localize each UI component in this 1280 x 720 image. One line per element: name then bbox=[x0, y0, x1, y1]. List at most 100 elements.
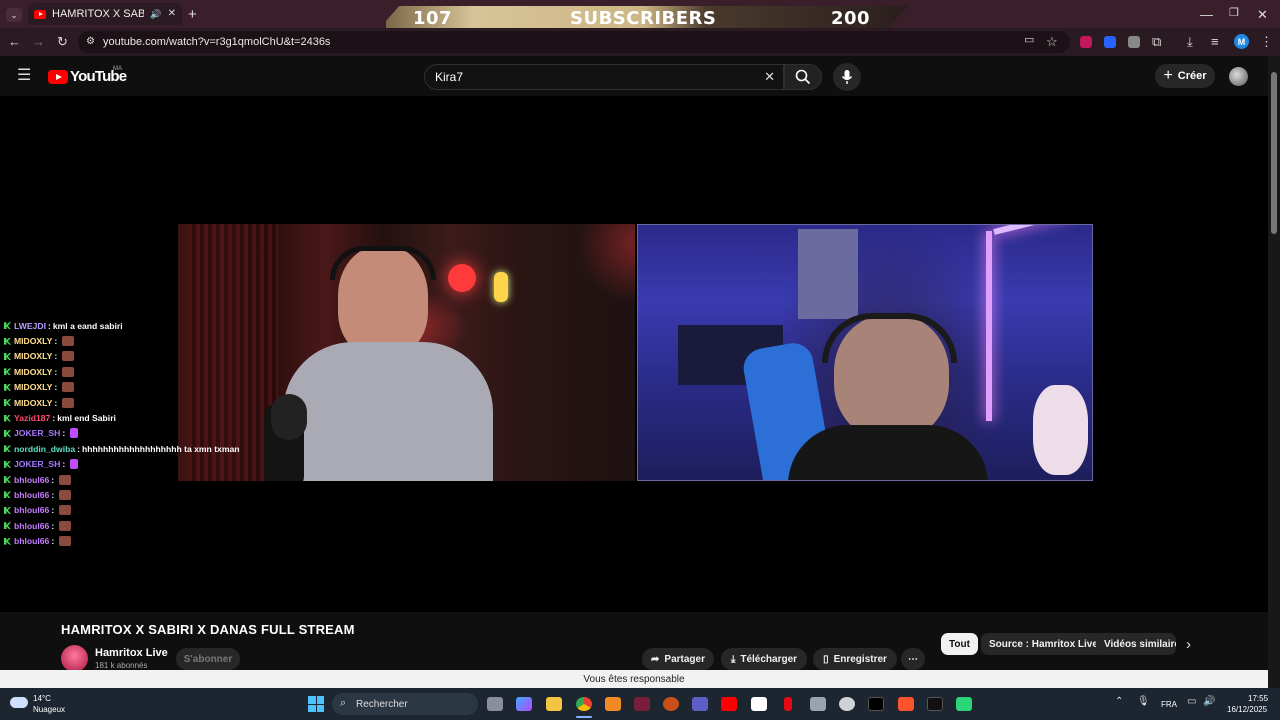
copilot-icon[interactable] bbox=[516, 697, 532, 711]
chat-message: norddin_dwiba: hhhhhhhhhhhhhhhhhhh ta xmn… bbox=[4, 441, 264, 456]
chip-similar[interactable]: Vidéos similaires bbox=[1096, 633, 1176, 655]
channel-name[interactable]: Hamritox Live bbox=[95, 647, 168, 659]
voice-search-button[interactable] bbox=[833, 63, 861, 91]
close-window-icon[interactable]: ✕ bbox=[1257, 8, 1268, 21]
app-green-icon[interactable] bbox=[956, 697, 972, 711]
chat-separator: : bbox=[51, 474, 55, 485]
kick-badge-icon bbox=[4, 414, 11, 422]
browser-menu-icon[interactable]: ⋮ bbox=[1260, 35, 1273, 48]
file-explorer-icon[interactable] bbox=[546, 697, 562, 711]
extension-icon-1[interactable] bbox=[1080, 36, 1092, 48]
hamburger-menu-icon[interactable]: ☰ bbox=[17, 68, 31, 84]
browser-tab-youtube[interactable]: HAMRITOX X SABIRI X DAN 🔊 ✕ bbox=[28, 3, 182, 25]
weather-temperature[interactable]: 14°C bbox=[33, 694, 51, 703]
chat-separator: : bbox=[54, 382, 58, 393]
forward-arrow-icon[interactable]: → bbox=[32, 35, 45, 48]
chip-source[interactable]: Source : Hamritox Live bbox=[981, 633, 1106, 655]
cloud-weather-icon[interactable] bbox=[10, 697, 28, 708]
youtube-favicon-icon bbox=[34, 9, 46, 19]
subscriber-current: 107 bbox=[413, 8, 453, 29]
app-circle-icon[interactable] bbox=[839, 697, 855, 711]
chat-separator: : bbox=[51, 536, 55, 547]
search-button[interactable] bbox=[784, 64, 822, 90]
profile-avatar[interactable]: M bbox=[1234, 34, 1249, 49]
app-orange-icon[interactable] bbox=[605, 697, 621, 711]
network-icon[interactable]: ▭ bbox=[1187, 697, 1196, 707]
chips-next-chevron-icon[interactable]: › bbox=[1186, 637, 1191, 652]
more-icon: ⋯ bbox=[908, 653, 918, 665]
app-fl-icon[interactable] bbox=[663, 697, 679, 711]
kick-badge-icon bbox=[4, 522, 11, 530]
chip-all[interactable]: Tout bbox=[941, 633, 978, 655]
teams-icon[interactable] bbox=[692, 697, 708, 711]
tray-chevron-icon[interactable]: ⌃ bbox=[1115, 697, 1123, 707]
chat-username: bhloul66 bbox=[14, 536, 50, 547]
site-info-icon[interactable]: ⚙ bbox=[86, 37, 95, 47]
volume-icon[interactable]: 🔊 bbox=[1203, 697, 1215, 707]
keyboard-language[interactable]: FRA bbox=[1161, 700, 1177, 709]
chrome-active-indicator bbox=[576, 716, 592, 718]
extension-icon-3[interactable] bbox=[1128, 36, 1140, 48]
brave-icon[interactable] bbox=[898, 697, 914, 711]
media-controls-icon[interactable]: ≡ bbox=[1211, 35, 1219, 48]
chat-message: MIDOXLY: bbox=[4, 364, 264, 379]
taskbar-search[interactable]: ⌕ Rechercher bbox=[332, 693, 478, 715]
create-button[interactable]: + Créer bbox=[1155, 64, 1215, 88]
weather-condition[interactable]: Nuageux bbox=[33, 705, 65, 714]
chrome-icon[interactable] bbox=[576, 697, 592, 711]
cast-icon[interactable]: ▭ bbox=[1024, 35, 1034, 46]
search-query: Kira7 bbox=[435, 70, 464, 84]
tab-search-icon[interactable]: ⌄ bbox=[6, 8, 22, 22]
clock-time[interactable]: 17:55 bbox=[1248, 694, 1268, 703]
windows-start-icon[interactable] bbox=[308, 696, 324, 712]
task-view-icon[interactable] bbox=[487, 697, 503, 711]
minimize-window-icon[interactable]: — bbox=[1200, 8, 1213, 21]
new-tab-icon[interactable]: + bbox=[188, 7, 197, 22]
address-bar[interactable]: ⚙ youtube.com/watch?v=r3g1qmolChU&t=2436… bbox=[78, 31, 1070, 53]
tray-mic-icon[interactable]: 🎙 bbox=[1137, 697, 1150, 707]
share-button[interactable]: ➦ Partager bbox=[642, 648, 714, 670]
tradingview-icon[interactable] bbox=[927, 697, 943, 711]
reload-icon[interactable]: ↻ bbox=[57, 35, 68, 48]
scrollbar-thumb[interactable] bbox=[1271, 72, 1277, 234]
account-avatar[interactable] bbox=[1229, 67, 1248, 86]
bookmark-icon: ▯ bbox=[823, 653, 829, 665]
channel-avatar[interactable] bbox=[61, 645, 88, 672]
more-actions-button[interactable]: ⋯ bbox=[901, 648, 925, 670]
chat-separator: : bbox=[48, 320, 51, 331]
app-fn-icon[interactable] bbox=[751, 697, 767, 711]
search-icon bbox=[795, 69, 811, 85]
clear-search-icon[interactable]: ✕ bbox=[764, 70, 775, 83]
bookmark-star-icon[interactable]: ☆ bbox=[1046, 35, 1058, 48]
kick-badge-icon bbox=[4, 429, 11, 437]
chat-message: bhloul66: bbox=[4, 472, 264, 487]
video-title: HAMRITOX X SABIRI X DANAS FULL STREAM bbox=[61, 622, 355, 637]
extensions-puzzle-icon[interactable]: ⧉ bbox=[1152, 35, 1161, 48]
app-xm-icon[interactable] bbox=[868, 697, 884, 711]
app-v-icon[interactable] bbox=[634, 697, 650, 711]
youtube-logo-icon[interactable] bbox=[48, 70, 68, 84]
back-arrow-icon[interactable]: ← bbox=[8, 35, 21, 48]
maximize-window-icon[interactable]: ❐ bbox=[1229, 8, 1239, 19]
search-input[interactable]: Kira7 ✕ bbox=[424, 64, 784, 90]
share-label: Partager bbox=[664, 653, 705, 665]
chat-message: MIDOXLY: bbox=[4, 349, 264, 364]
app-gray-icon[interactable] bbox=[810, 697, 826, 711]
netflix-icon[interactable] bbox=[784, 697, 792, 711]
download-button[interactable]: ⤓ Télécharger bbox=[721, 648, 807, 670]
subscribe-button[interactable]: S'abonner bbox=[176, 648, 240, 670]
downloads-icon[interactable]: ⤓ bbox=[1187, 35, 1193, 48]
youtube-taskbar-icon[interactable] bbox=[721, 697, 737, 711]
kick-badge-icon bbox=[4, 537, 11, 545]
save-button[interactable]: ▯ Enregistrer bbox=[813, 648, 897, 670]
clock-date[interactable]: 16/12/2025 bbox=[1227, 705, 1267, 714]
tab-title: HAMRITOX X SABIRI X DAN bbox=[52, 8, 145, 20]
kick-badge-icon bbox=[4, 383, 11, 391]
speaker-icon[interactable]: 🔊 bbox=[150, 9, 161, 19]
chat-username: norddin_dwiba bbox=[14, 443, 76, 454]
kick-badge-icon bbox=[4, 445, 11, 453]
extension-icon-2[interactable] bbox=[1104, 36, 1116, 48]
tab-close-icon[interactable]: ✕ bbox=[168, 9, 176, 19]
chat-username: JOKER_SH bbox=[14, 459, 61, 470]
subscriber-label: SUBSCRIBERS bbox=[570, 8, 717, 29]
